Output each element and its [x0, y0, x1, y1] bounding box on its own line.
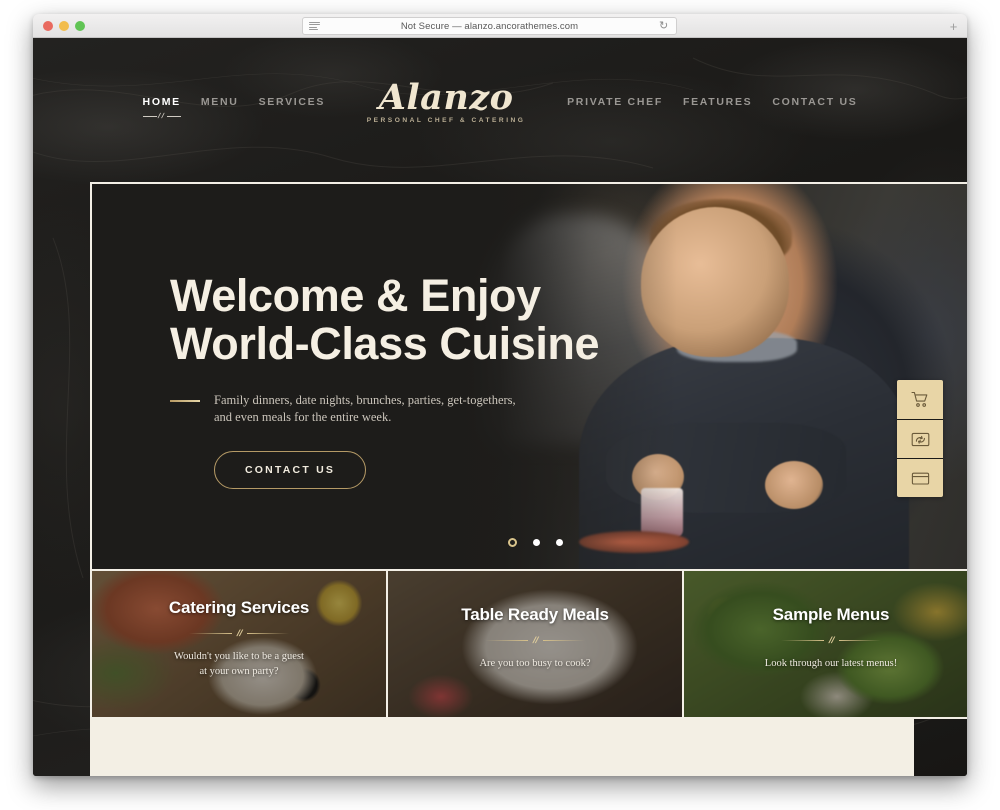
hero-dash-ornament [170, 400, 200, 402]
nav-item-services[interactable]: SERVICES [249, 96, 336, 108]
new-tab-button[interactable]: + [946, 19, 961, 34]
hero-title-line1: Welcome & Enjoy [170, 270, 541, 321]
nav-item-features[interactable]: FEATURES [673, 96, 762, 108]
hero-title-line2: World-Class Cuisine [170, 318, 600, 369]
slider-pagination [92, 538, 967, 547]
card-subtitle: Look through our latest menus! [765, 656, 897, 671]
hero-subtitle-row: Family dinners, date nights, brunches, p… [170, 392, 599, 426]
chef-arm [605, 422, 846, 513]
hero-subtitle-line2: and even meals for the entire week. [214, 410, 392, 424]
minimize-window-button[interactable] [59, 21, 69, 31]
slider-dot-1[interactable] [507, 538, 517, 547]
feature-card-sample-menus[interactable]: Sample Menus // Look through our latest … [682, 571, 967, 717]
card-window-button[interactable] [897, 458, 943, 497]
image-swap-icon [911, 432, 929, 446]
card-divider-ornament: // [485, 635, 586, 645]
hero-content: Welcome & Enjoy World-Class Cuisine Fami… [170, 270, 600, 489]
card-title: Catering Services [168, 598, 310, 617]
card-subtitle-line2: at your own party? [199, 666, 279, 677]
chef-body [579, 338, 910, 569]
hero-subtitle-line1: Family dinners, date nights, brunches, p… [214, 393, 516, 407]
nav-item-menu-label: MENU [200, 96, 239, 108]
hero-subtitle: Family dinners, date nights, brunches, p… [214, 392, 516, 426]
card-divider-ornament: // [781, 635, 882, 645]
page-viewport: HOME // MENU SERVICES Alanzo PERSONAL CH… [33, 38, 967, 776]
card-body: Table Ready Meals // Are you too busy to… [388, 571, 682, 717]
shopping-cart-icon [910, 391, 927, 407]
feature-cards: Catering Services // Wouldn't you like t… [92, 569, 967, 717]
card-subtitle: Are you too busy to cook? [479, 656, 590, 671]
nav-item-home-label: HOME [142, 96, 181, 108]
feature-card-table-ready-meals[interactable]: Table Ready Meals // Are you too busy to… [386, 571, 682, 717]
nav-item-services-label: SERVICES [258, 96, 326, 108]
card-subtitle-line1: Are you too busy to cook? [479, 658, 591, 669]
shopping-cart-button[interactable] [897, 380, 943, 419]
nav-item-contact-us[interactable]: CONTACT US [762, 96, 867, 108]
card-body: Catering Services // Wouldn't you like t… [92, 571, 386, 717]
dessert-glass [641, 488, 684, 539]
browser-titlebar: Not Secure — alanzo.ancorathemes.com ↻ + [33, 14, 967, 38]
nav-item-home[interactable]: HOME // [133, 96, 191, 120]
nav-item-private-chef[interactable]: PRIVATE CHEF [557, 96, 673, 108]
floating-side-buttons [897, 380, 943, 497]
card-subtitle: Wouldn't you like to be a guest at your … [174, 649, 304, 679]
slider-dot-3[interactable] [555, 539, 563, 546]
chef-hand-right [765, 461, 824, 510]
nav-active-underline: // [142, 113, 181, 120]
site-logo[interactable]: Alanzo PERSONAL CHEF & CATERING [357, 77, 535, 125]
nav-group-right: PRIVATE CHEF FEATURES CONTACT US [557, 96, 867, 108]
hero-contact-us-button[interactable]: CONTACT US [214, 451, 367, 489]
card-subtitle-line1: Look through our latest menus! [764, 658, 898, 669]
image-swap-button[interactable] [897, 419, 943, 458]
nav-item-features-label: FEATURES [682, 96, 753, 108]
nav-item-contact-us-label: CONTACT US [772, 96, 858, 108]
chef-hand-left [632, 453, 685, 500]
nav-group-left: HOME // MENU SERVICES [133, 96, 336, 120]
card-divider-ornament: // [189, 628, 290, 638]
content-frame: Welcome & Enjoy World-Class Cuisine Fami… [90, 182, 967, 719]
hero-slider: Welcome & Enjoy World-Class Cuisine Fami… [92, 184, 967, 569]
card-title: Table Ready Meals [461, 605, 609, 624]
chef-hair [650, 199, 793, 270]
close-window-button[interactable] [43, 21, 53, 31]
card-body: Sample Menus // Look through our latest … [684, 571, 967, 717]
card-subtitle-line1: Wouldn't you like to be a guest [174, 651, 304, 662]
nav-item-menu[interactable]: MENU [191, 96, 249, 108]
chef-collar [676, 330, 797, 363]
cream-section [90, 719, 914, 776]
main-navigation: HOME // MENU SERVICES Alanzo PERSONAL CH… [133, 77, 868, 125]
reader-view-icon[interactable] [309, 21, 320, 31]
card-window-icon [911, 472, 929, 485]
card-title: Sample Menus [772, 605, 890, 624]
chef-head [641, 207, 790, 358]
slider-dot-2[interactable] [532, 539, 540, 546]
zoom-window-button[interactable] [75, 21, 85, 31]
browser-window: Not Secure — alanzo.ancorathemes.com ↻ + [33, 14, 967, 776]
address-bar-text: Not Secure — alanzo.ancorathemes.com [400, 20, 579, 32]
address-bar[interactable]: Not Secure — alanzo.ancorathemes.com ↻ [302, 17, 677, 35]
logo-name: Alanzo [378, 77, 514, 118]
site-header: HOME // MENU SERVICES Alanzo PERSONAL CH… [33, 38, 967, 166]
nav-item-private-chef-label: PRIVATE CHEF [567, 96, 663, 108]
reload-icon[interactable]: ↻ [659, 21, 669, 32]
feature-card-catering-services[interactable]: Catering Services // Wouldn't you like t… [92, 571, 386, 717]
window-controls [43, 21, 85, 31]
logo-tagline: PERSONAL CHEF & CATERING [366, 117, 526, 124]
